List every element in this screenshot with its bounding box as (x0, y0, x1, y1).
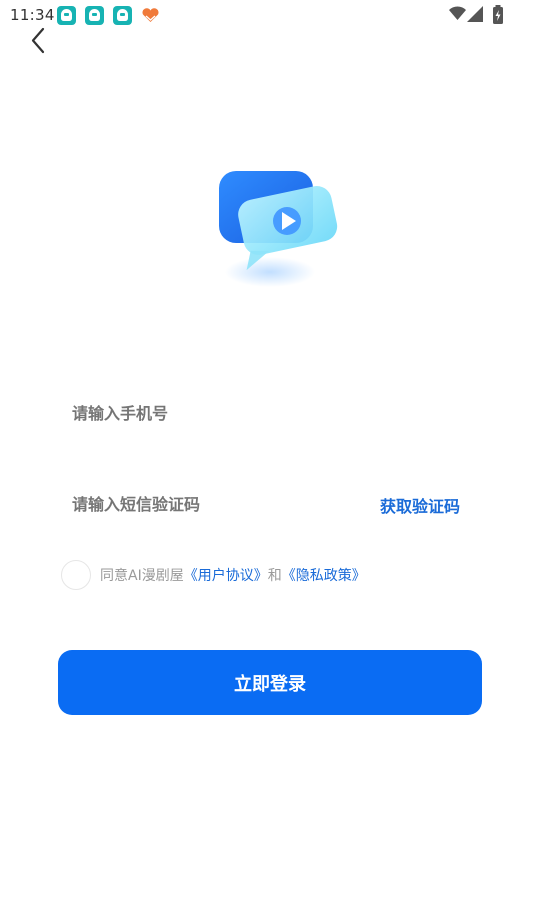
login-button[interactable]: 立即登录 (58, 650, 482, 715)
agreement-text: 同意AI漫剧屋《用户协议》和《隐私政策》 (100, 565, 366, 585)
status-time: 11:34 (10, 6, 55, 24)
privacy-policy-link[interactable]: 《隐私政策》 (282, 568, 366, 584)
heart-hands-icon (142, 8, 159, 22)
back-button[interactable] (24, 26, 54, 56)
status-bar: 11:34 (0, 0, 540, 30)
phone-input[interactable] (72, 402, 462, 424)
sms-code-input[interactable] (72, 493, 372, 515)
app-notification-icon (113, 6, 132, 25)
battery-charging-icon (493, 5, 503, 24)
video-play-chat-icon (219, 171, 338, 287)
app-logo (215, 165, 340, 290)
agreement-checkbox[interactable] (61, 560, 91, 590)
chevron-left-icon (31, 27, 45, 54)
app-notification-icon (57, 6, 76, 25)
agreement-and: 和 (267, 568, 282, 584)
user-agreement-link[interactable]: 《用户协议》 (184, 568, 268, 584)
wifi-icon (449, 6, 466, 20)
get-code-button[interactable]: 获取验证码 (380, 493, 460, 517)
signal-icon (467, 6, 483, 22)
app-notification-icon (85, 6, 104, 25)
agreement-prefix: 同意AI漫剧屋 (100, 568, 184, 584)
